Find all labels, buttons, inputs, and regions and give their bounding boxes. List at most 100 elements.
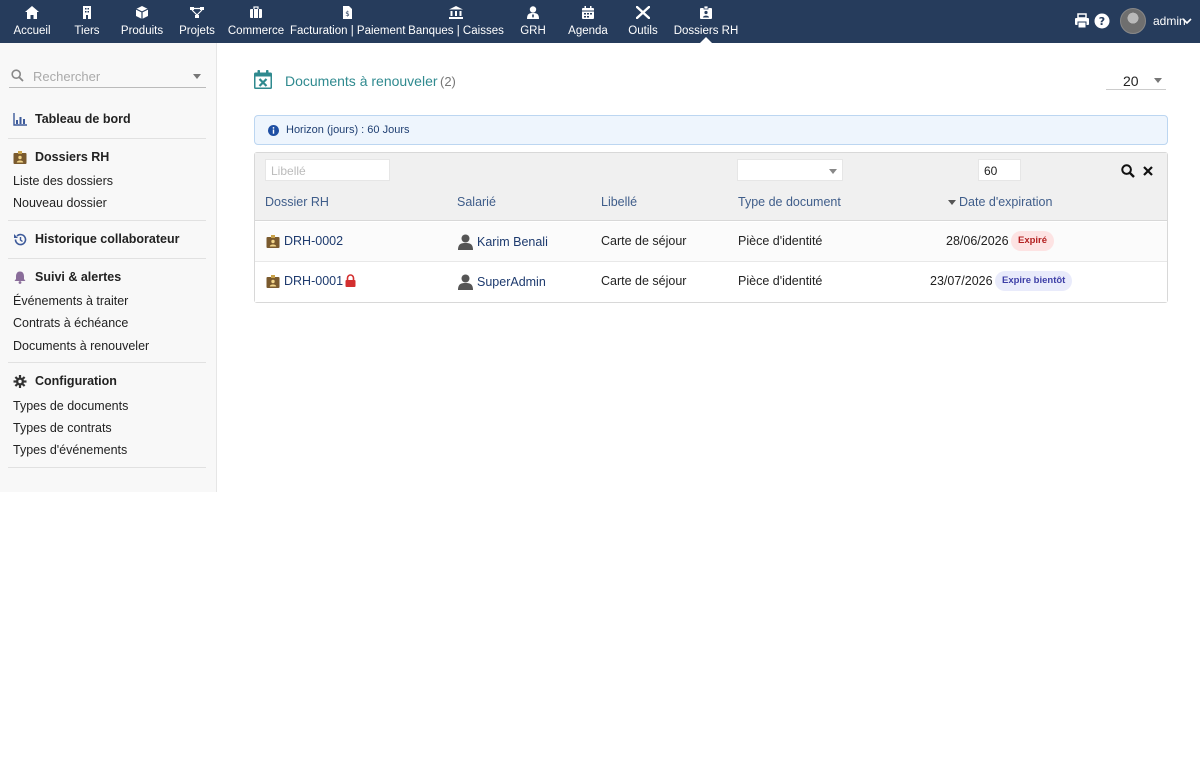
history-icon [14, 233, 27, 246]
page-title: Documents à renouveler [285, 73, 438, 89]
tools-icon [636, 6, 650, 19]
type-cell: Pièce d'identité [738, 274, 823, 288]
svg-text:$: $ [345, 10, 349, 18]
briefcase-icon [250, 6, 262, 18]
menu-item-facturation[interactable]: $ Facturation | Paiement [290, 0, 406, 43]
divider [8, 362, 206, 363]
calendar-icon [582, 6, 594, 19]
building-icon [83, 6, 91, 19]
record-count: (2) [440, 74, 456, 89]
menu-item-grh[interactable]: GRH [515, 0, 551, 43]
page-size-select[interactable]: 20 [1106, 70, 1166, 90]
dossier-link[interactable]: DRH-0001 [284, 274, 343, 288]
home-icon [25, 6, 39, 19]
divider [8, 258, 206, 259]
search-placeholder: Rechercher [33, 69, 101, 84]
print-icon[interactable] [1074, 13, 1090, 29]
sidebar-link-types-evenements[interactable]: Types d'événements [13, 443, 127, 457]
bell-icon [14, 271, 26, 284]
divider [8, 220, 206, 221]
search-icon[interactable] [1121, 164, 1135, 178]
menu-item-outils[interactable]: Outils [625, 0, 661, 43]
sidebar-link-evenements[interactable]: Événements à traiter [13, 294, 128, 308]
date-cell: 28/06/2026 [946, 234, 1009, 248]
lock-icon [345, 274, 356, 287]
chevron-down-icon[interactable] [1182, 17, 1192, 25]
user-tie-icon [527, 6, 539, 19]
horizon-filter-input[interactable]: 60 [978, 159, 1021, 181]
left-sidebar: Rechercher Tableau de bord Dossiers RH L… [0, 43, 217, 492]
sitemap-icon [190, 7, 204, 18]
id-badge-icon [700, 6, 712, 19]
menu-item-agenda[interactable]: Agenda [565, 0, 611, 43]
menu-label: Produits [120, 25, 164, 37]
table-row[interactable]: DRH-0002 Karim Benali Carte de séjour Pi… [255, 222, 1167, 262]
user-icon [458, 234, 473, 250]
table-row[interactable]: DRH-0001 SuperAdmin Carte de séjour Pièc… [255, 262, 1167, 302]
info-icon [268, 125, 279, 136]
sidebar-link-types-contrats[interactable]: Types de contrats [13, 421, 112, 435]
input-value: 60 [984, 164, 998, 178]
documents-table: Libellé 60 Dossier RH Salarié Libellé Ty… [254, 152, 1168, 303]
menu-item-commerce[interactable]: Commerce [226, 0, 286, 43]
menu-item-produits[interactable]: Produits [116, 0, 168, 43]
invoice-icon: $ [342, 6, 352, 19]
sidebar-link-types-documents[interactable]: Types de documents [13, 399, 128, 413]
sidebar-section-label: Tableau de bord [35, 112, 131, 126]
menu-label: Tiers [74, 25, 100, 37]
column-header-salarie[interactable]: Salarié [457, 195, 496, 209]
id-badge-icon [266, 275, 280, 288]
column-header-dossier[interactable]: Dossier RH [265, 195, 329, 209]
user-avatar[interactable] [1120, 8, 1146, 34]
libelle-filter-input[interactable]: Libellé [265, 159, 390, 181]
column-header-type[interactable]: Type de document [738, 195, 841, 209]
menu-label: GRH [520, 25, 546, 37]
column-header-libelle[interactable]: Libellé [601, 195, 637, 209]
sidebar-link-contrats[interactable]: Contrats à échéance [13, 316, 128, 330]
libelle-cell: Carte de séjour [601, 234, 687, 248]
sidebar-link-liste-dossiers[interactable]: Liste des dossiers [13, 174, 113, 188]
menu-label: Banques | Caisses [408, 25, 504, 37]
caret-down-icon [193, 74, 201, 79]
dossier-link[interactable]: DRH-0002 [284, 234, 343, 248]
sidebar-link-documents[interactable]: Documents à renouveler [13, 339, 149, 353]
user-icon [458, 274, 473, 290]
menu-label: Dossiers RH [673, 25, 739, 37]
calendar-x-icon [254, 70, 272, 89]
info-banner: Horizon (jours) : 60 Jours [254, 115, 1168, 145]
column-header-date-expiration[interactable]: Date d'expiration [959, 195, 1052, 209]
id-badge-icon [266, 235, 280, 248]
sidebar-link-nouveau-dossier[interactable]: Nouveau dossier [13, 196, 107, 210]
sidebar-search[interactable]: Rechercher [9, 67, 206, 88]
sidebar-section-label: Configuration [35, 374, 117, 388]
gear-icon [13, 375, 27, 388]
menu-label: Agenda [568, 25, 608, 37]
help-icon[interactable]: ? [1094, 13, 1110, 29]
search-icon [11, 69, 24, 82]
salarie-link[interactable]: Karim Benali [477, 235, 548, 249]
bank-icon [449, 6, 463, 19]
menu-label: Commerce [227, 25, 285, 37]
caret-down-icon [1154, 78, 1162, 83]
sidebar-section-label: Dossiers RH [35, 150, 110, 164]
user-name[interactable]: admin [1153, 14, 1186, 28]
close-icon[interactable] [1141, 164, 1155, 178]
cube-icon [135, 6, 149, 19]
top-navigation-bar: Accueil Tiers Produits Projets Commerce … [0, 0, 1200, 43]
id-badge-icon [13, 151, 27, 164]
menu-item-dossiers-rh[interactable]: Dossiers RH [672, 0, 740, 43]
menu-item-projets[interactable]: Projets [176, 0, 218, 43]
input-placeholder: Libellé [271, 164, 306, 178]
menu-item-accueil[interactable]: Accueil [6, 0, 58, 43]
chart-icon [13, 113, 27, 126]
sort-desc-icon[interactable] [948, 200, 956, 205]
status-badge: Expiré [1011, 231, 1055, 251]
menu-item-tiers[interactable]: Tiers [66, 0, 108, 43]
type-document-filter-select[interactable] [737, 159, 843, 181]
status-badge: Expire bientôt [995, 271, 1073, 291]
menu-label: Facturation | Paiement [290, 25, 406, 37]
menu-label: Outils [628, 25, 658, 37]
info-text: Horizon (jours) : 60 Jours [286, 124, 410, 136]
salarie-link[interactable]: SuperAdmin [477, 275, 546, 289]
menu-item-banques[interactable]: Banques | Caisses [408, 0, 504, 43]
